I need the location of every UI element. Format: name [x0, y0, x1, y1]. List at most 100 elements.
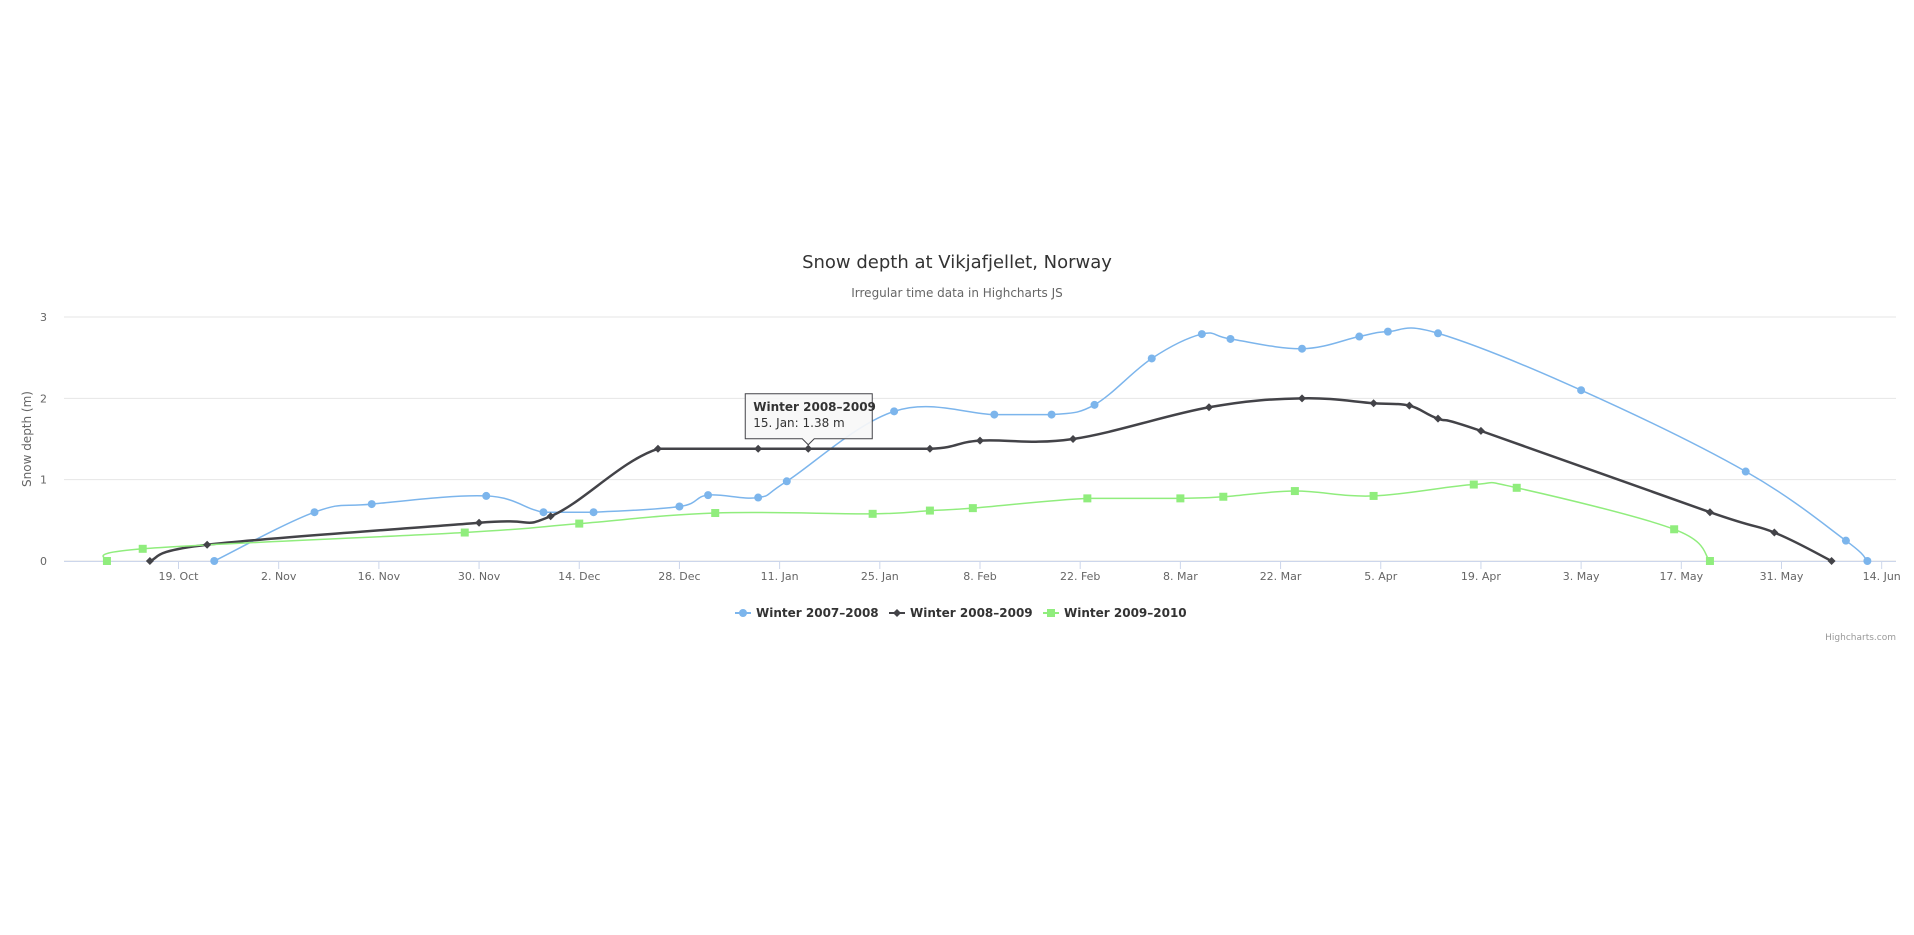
- legend-label: Winter 2007–2008: [756, 606, 879, 620]
- y-tick-label: 2: [40, 392, 47, 405]
- data-point[interactable]: [990, 410, 999, 419]
- data-point[interactable]: [868, 509, 877, 518]
- data-point[interactable]: [367, 500, 376, 509]
- data-point[interactable]: [1369, 399, 1378, 408]
- tooltip-text: 15. Jan: 1.38 m: [753, 416, 844, 430]
- data-point[interactable]: [653, 444, 662, 453]
- line-chart: Snow depth at Vikjafjellet, Norway Irreg…: [20, 252, 1901, 643]
- data-point[interactable]: [1205, 403, 1213, 412]
- series-markers: [102, 327, 1872, 565]
- credits-link[interactable]: Highcharts.com: [1825, 633, 1896, 643]
- x-tick-label: 22. Feb: [1060, 570, 1100, 583]
- data-point[interactable]: [1841, 536, 1850, 545]
- data-point[interactable]: [482, 491, 491, 500]
- data-point[interactable]: [782, 477, 791, 486]
- data-point[interactable]: [539, 508, 548, 517]
- data-point[interactable]: [102, 557, 111, 565]
- data-point[interactable]: [1083, 494, 1092, 503]
- data-point[interactable]: [1405, 401, 1414, 410]
- data-point[interactable]: [925, 444, 934, 453]
- data-point[interactable]: [460, 528, 469, 537]
- x-tick-label: 31. May: [1760, 570, 1804, 583]
- data-point[interactable]: [754, 493, 763, 502]
- legend-symbol-marker: [739, 609, 747, 617]
- data-point[interactable]: [976, 436, 984, 445]
- data-point[interactable]: [1434, 329, 1442, 338]
- y-tick-label: 0: [40, 555, 47, 568]
- y-axis-label: Snow depth (m): [20, 391, 34, 487]
- data-point[interactable]: [138, 544, 147, 553]
- data-point[interactable]: [1369, 491, 1378, 500]
- data-point[interactable]: [754, 444, 763, 453]
- tooltip: Winter 2008–2009 15. Jan: 1.38 m: [744, 393, 876, 446]
- chart-container: Snow depth at Vikjafjellet, Norway Irreg…: [0, 0, 1914, 935]
- data-point[interactable]: [1770, 528, 1779, 537]
- data-point[interactable]: [1197, 330, 1206, 339]
- data-point[interactable]: [1577, 386, 1586, 395]
- x-tick-label: 8. Mar: [1163, 570, 1198, 583]
- data-point[interactable]: [1047, 410, 1056, 419]
- legend-label: Winter 2008–2009: [910, 606, 1033, 620]
- data-point[interactable]: [1705, 557, 1714, 565]
- data-point[interactable]: [210, 557, 219, 565]
- series-line-1[interactable]: [213, 327, 1869, 562]
- data-point[interactable]: [546, 512, 555, 521]
- data-point[interactable]: [711, 509, 720, 518]
- legend-item-1[interactable]: Winter 2007–2008: [735, 606, 879, 620]
- x-tick-label: 11. Jan: [761, 570, 799, 583]
- x-tick-label: 5. Apr: [1364, 570, 1397, 583]
- data-point[interactable]: [1355, 332, 1364, 341]
- x-tick-label: 19. Oct: [158, 570, 199, 583]
- x-tick-label: 28. Dec: [658, 570, 700, 583]
- data-point[interactable]: [310, 508, 319, 517]
- data-point[interactable]: [1512, 483, 1521, 492]
- data-point[interactable]: [1226, 334, 1235, 343]
- data-point[interactable]: [1147, 354, 1156, 363]
- data-point[interactable]: [145, 557, 154, 565]
- x-tick-label: 8. Feb: [963, 570, 996, 583]
- x-tick-label: 14. Dec: [558, 570, 600, 583]
- data-point[interactable]: [1298, 344, 1307, 353]
- data-point[interactable]: [203, 540, 212, 549]
- x-tick-label: 3. May: [1563, 570, 1600, 583]
- series-line-3[interactable]: [102, 481, 1711, 562]
- legend-symbol-marker: [893, 609, 901, 617]
- data-point[interactable]: [1383, 327, 1392, 336]
- x-tick-label: 14. Jun: [1863, 570, 1901, 583]
- data-point[interactable]: [925, 506, 934, 515]
- data-point[interactable]: [1298, 394, 1307, 403]
- data-point[interactable]: [890, 407, 899, 416]
- data-point[interactable]: [1219, 492, 1228, 501]
- data-point[interactable]: [1290, 487, 1299, 496]
- data-point[interactable]: [968, 504, 977, 513]
- data-point[interactable]: [1176, 494, 1185, 503]
- data-point[interactable]: [1670, 525, 1679, 534]
- data-point[interactable]: [1863, 557, 1872, 565]
- axes: Snow depth (m) 0 1 2 3 19. Oct 2. Nov 16. Nov 3…: [20, 311, 1901, 583]
- legend-item-3[interactable]: Winter 2009–2010: [1043, 606, 1187, 620]
- data-point[interactable]: [1705, 508, 1714, 517]
- legend-symbol-marker: [1047, 609, 1055, 617]
- data-point[interactable]: [1476, 426, 1485, 435]
- chart-title: Snow depth at Vikjafjellet, Norway: [802, 252, 1112, 273]
- x-tick-label: 19. Apr: [1461, 570, 1501, 583]
- data-point[interactable]: [1090, 400, 1099, 409]
- data-point[interactable]: [475, 518, 484, 527]
- data-point[interactable]: [1069, 435, 1078, 443]
- tooltip-title: Winter 2008–2009: [753, 400, 876, 414]
- data-point[interactable]: [804, 444, 813, 453]
- y-tick-label: 1: [40, 474, 47, 487]
- data-point[interactable]: [1741, 467, 1750, 476]
- data-point[interactable]: [675, 502, 684, 511]
- legend-label: Winter 2009–2010: [1064, 606, 1187, 620]
- data-point[interactable]: [1434, 414, 1442, 423]
- x-tick-label: 17. May: [1659, 570, 1703, 583]
- x-tick-label: 16. Nov: [358, 570, 401, 583]
- legend: Winter 2007–2008 Winter 2008–2009 Winter 2…: [735, 606, 1187, 620]
- data-point[interactable]: [575, 519, 584, 528]
- legend-item-2[interactable]: Winter 2008–2009: [889, 606, 1033, 620]
- data-point[interactable]: [1469, 480, 1478, 489]
- data-point[interactable]: [589, 508, 598, 517]
- y-tick-label: 3: [40, 311, 47, 324]
- data-point[interactable]: [704, 491, 713, 500]
